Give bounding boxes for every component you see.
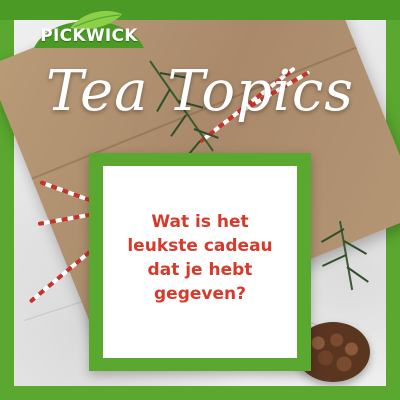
brand-logo: PICKWICK (30, 4, 148, 60)
logo-wordmark: PICKWICK (40, 26, 138, 46)
question-line: dat je hebt (147, 260, 253, 280)
question-line: gegeven? (154, 284, 246, 304)
question-line: Wat is het (151, 212, 249, 232)
question-text: Wat is het leukste cadeau dat je hebt ge… (103, 210, 297, 306)
bottom-band (0, 386, 400, 400)
question-line: leukste cadeau (127, 236, 273, 256)
headline-title: Tea Topics (46, 59, 354, 124)
tea-topics-card: PICKWICK Tea Topics Wat is het leukste c… (0, 0, 400, 400)
